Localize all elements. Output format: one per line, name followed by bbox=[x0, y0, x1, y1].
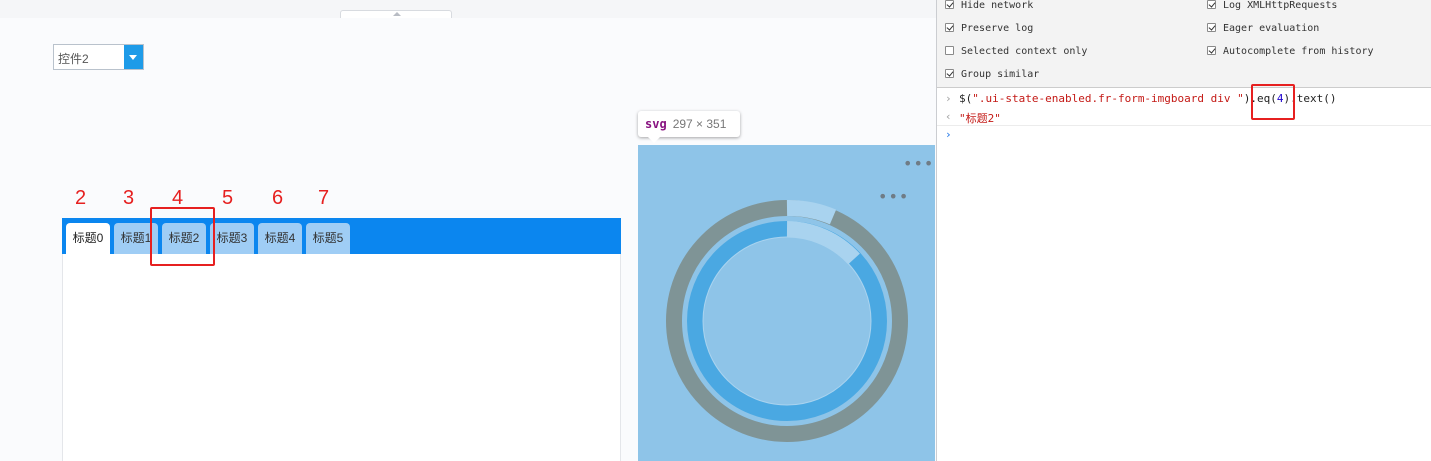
option-label: Preserve log bbox=[961, 23, 1034, 34]
gauge-outer-ring bbox=[666, 200, 908, 442]
tooltip-tag: svg bbox=[645, 117, 667, 131]
gauge-inner-border bbox=[702, 236, 872, 406]
checkbox-icon[interactable] bbox=[945, 23, 954, 32]
option-autocomplete-history[interactable]: Autocomplete from history bbox=[1207, 46, 1374, 57]
console-divider bbox=[937, 125, 1431, 126]
annotation-number: 7 bbox=[318, 187, 330, 209]
element-inspector-tooltip: svg 297 × 351 bbox=[638, 111, 740, 143]
checkbox-icon[interactable] bbox=[945, 69, 954, 78]
option-log-xmlhttprequests[interactable]: Log XMLHttpRequests bbox=[1207, 0, 1337, 11]
page-top-bar bbox=[0, 0, 936, 18]
checkbox-icon[interactable] bbox=[1207, 0, 1216, 9]
tab-title-0[interactable]: 标题0 bbox=[66, 223, 110, 254]
option-label: Eager evaluation bbox=[1223, 23, 1320, 34]
prompt-chevron-icon: › bbox=[945, 128, 952, 141]
console-result-line: ‹ "标题2" bbox=[937, 110, 1431, 126]
tab-panel-body bbox=[62, 218, 621, 461]
tab-title-5[interactable]: 标题5 bbox=[306, 223, 350, 254]
option-preserve-log[interactable]: Preserve log bbox=[945, 23, 1033, 34]
option-label: Selected context only bbox=[961, 46, 1088, 57]
combo-box-value: 控件2 bbox=[58, 52, 89, 66]
screenshot-root: 控件2 2 3 4 5 6 7 标题0 标题1 标题2 标题3 标题4 标题5 … bbox=[0, 0, 1431, 461]
console-result: "标题2" bbox=[959, 112, 1001, 125]
annotation-highlight-box bbox=[150, 207, 215, 266]
checkbox-icon[interactable] bbox=[945, 0, 954, 9]
option-eager-evaluation[interactable]: Eager evaluation bbox=[1207, 23, 1319, 34]
chevron-right-icon: › bbox=[945, 92, 952, 105]
tab-title-3[interactable]: 标题3 bbox=[210, 223, 254, 254]
console-prompt[interactable]: › bbox=[937, 128, 1431, 144]
option-label: Group similar bbox=[961, 69, 1040, 80]
checkbox-icon[interactable] bbox=[1207, 23, 1216, 32]
annotation-highlight-box bbox=[1251, 84, 1295, 120]
option-hide-network[interactable]: Hide network bbox=[945, 0, 1033, 11]
combo-box-widget[interactable]: 控件2 bbox=[53, 44, 144, 70]
annotation-number: 2 bbox=[75, 187, 87, 209]
gauge-outer-gap bbox=[786, 200, 837, 225]
collapse-handle[interactable] bbox=[340, 10, 452, 18]
annotation-number: 3 bbox=[123, 187, 135, 209]
chevron-left-icon: ‹ bbox=[945, 110, 952, 123]
console-input-line: › $(".ui-state-enabled.fr-form-imgboard … bbox=[937, 92, 1431, 108]
annotation-number: 6 bbox=[272, 187, 284, 209]
checkbox-icon[interactable] bbox=[945, 46, 954, 55]
console-settings: Hide network Preserve log Selected conte… bbox=[937, 0, 1431, 88]
tab-title-4[interactable]: 标题4 bbox=[258, 223, 302, 254]
annotation-number: 5 bbox=[222, 187, 234, 209]
checkbox-icon[interactable] bbox=[1207, 46, 1216, 55]
option-selected-context-only[interactable]: Selected context only bbox=[945, 46, 1087, 57]
option-group-similar[interactable]: Group similar bbox=[945, 69, 1039, 80]
dropdown-arrow-icon[interactable] bbox=[124, 45, 143, 69]
devtools-console-panel: Hide network Preserve log Selected conte… bbox=[936, 0, 1431, 461]
option-label: Log XMLHttpRequests bbox=[1223, 0, 1338, 11]
tooltip-dimensions: 297 × 351 bbox=[672, 117, 727, 131]
option-label: Autocomplete from history bbox=[1223, 46, 1374, 57]
chevron-up-icon bbox=[393, 12, 401, 16]
gauge-chart bbox=[666, 200, 908, 442]
option-label: Hide network bbox=[961, 0, 1034, 11]
